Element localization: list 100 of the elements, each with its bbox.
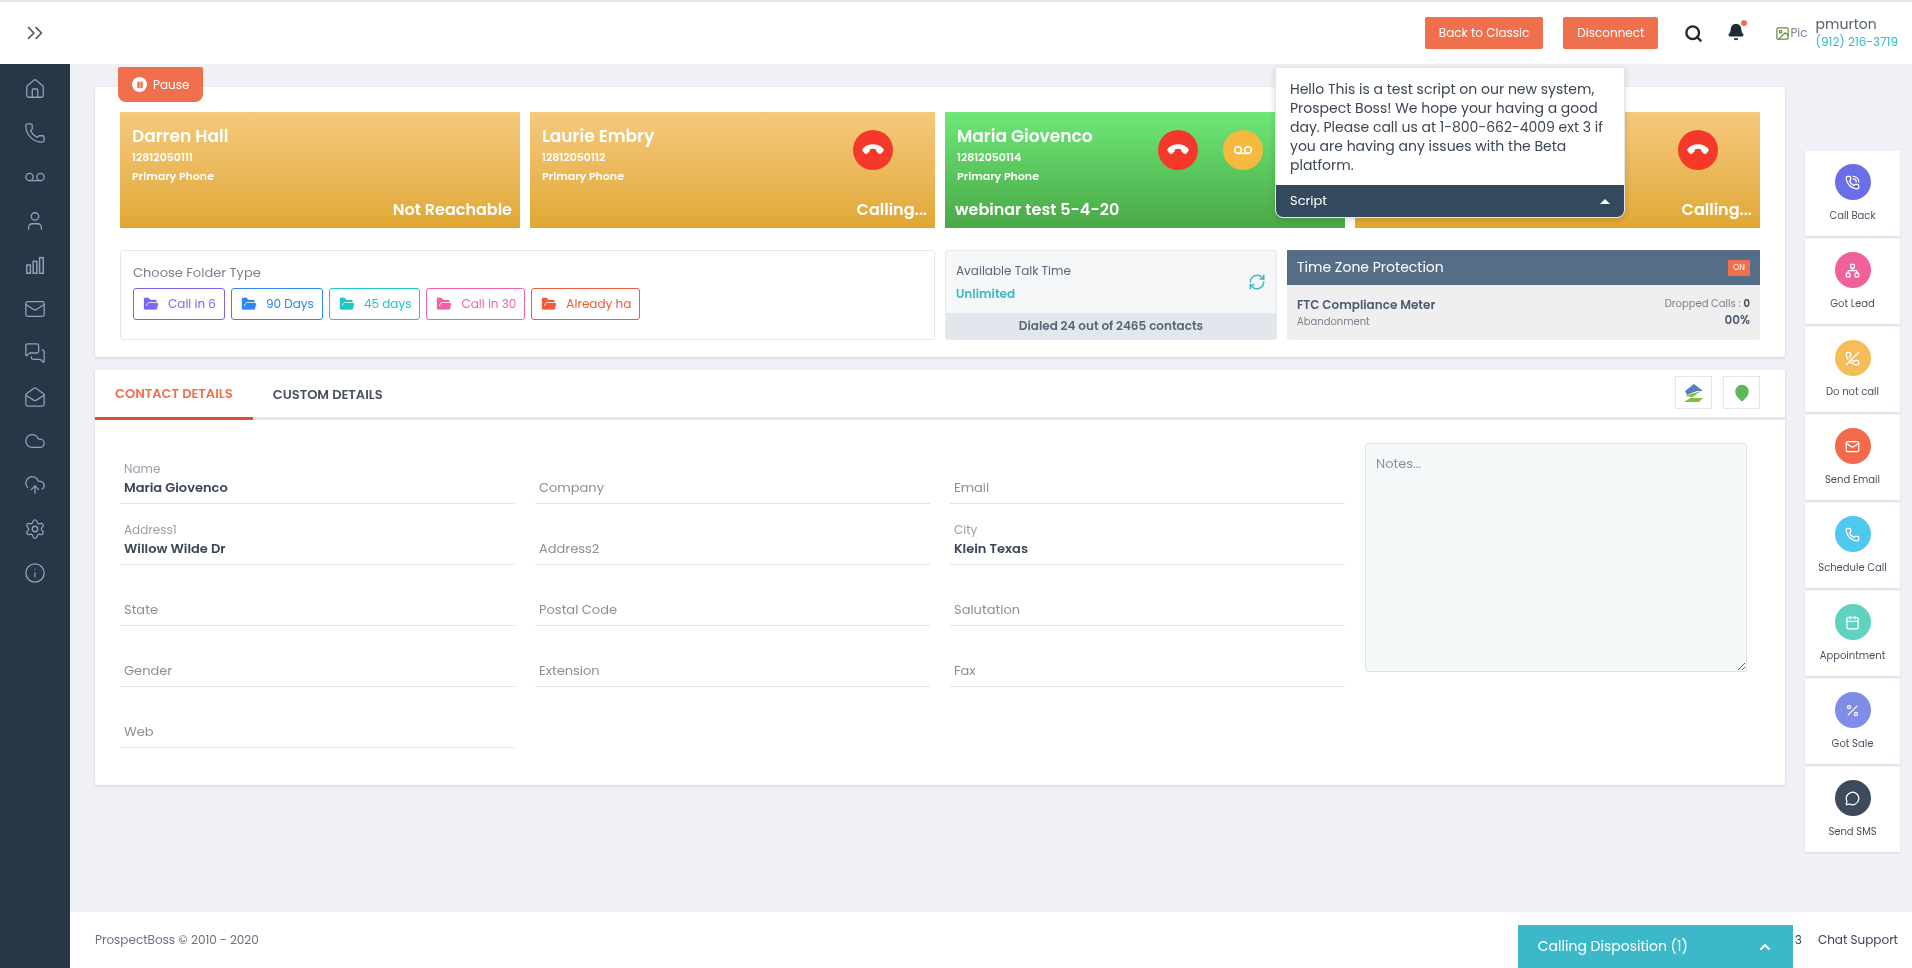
phone-type: Primary Phone [132,168,214,185]
call-status: Calling... [1681,198,1752,222]
action-tile[interactable]: Do not call [1805,327,1900,412]
phone-number: 12812050114 [957,149,1022,166]
hang-up-button[interactable] [853,130,893,170]
form-field[interactable]: Email [950,443,1345,504]
form-field[interactable]: City Klein Texas [950,504,1345,565]
folder-chip[interactable]: 90 Days [230,287,323,320]
form-field[interactable]: Fax [950,626,1345,687]
field-label: Address2 [539,538,601,558]
action-tile[interactable]: Appointment [1805,591,1900,676]
tab[interactable]: CUSTOM DETAILS [252,370,403,420]
field-label: Gender [124,660,174,680]
phone-icon[interactable] [24,122,46,144]
call-status: webinar test 5-4-20 [955,198,1120,222]
phone-off-icon [1845,350,1860,366]
call-card[interactable]: Laurie Embry 12812050112 Primary Phone Calling... [530,112,935,228]
phone-type: Primary Phone [542,168,624,185]
dropped-calls-label: Dropped Calls : [1664,296,1741,311]
folder-icon [337,294,356,313]
action-tile[interactable]: Schedule Call [1805,503,1900,588]
form-field[interactable]: Web [120,687,515,748]
hang-up-button[interactable] [1158,130,1198,170]
compliance-meter-title: FTC Compliance Meter [1297,296,1437,314]
script-toggle[interactable]: Script [1276,185,1624,217]
field-value: Maria Giovenco [124,477,229,497]
folder-icon [239,294,258,313]
hang-up-button[interactable] [1678,130,1718,170]
folder-icon [540,294,559,313]
action-tile[interactable]: Got Sale [1805,679,1900,764]
folder-icon [142,294,160,313]
real-estate-logo-button[interactable] [1675,376,1712,409]
action-tile[interactable]: Call Back [1805,151,1900,236]
folder-chip[interactable]: Call in 30 [426,287,526,320]
dialed-count: Dialed 24 out of 2465 contacts [946,313,1276,339]
home-icon[interactable] [24,78,46,100]
form-field[interactable]: Postal Code [535,565,930,626]
notes-field[interactable]: Notes... [1365,443,1747,672]
form-field[interactable]: Salutation [950,565,1345,626]
form-field[interactable]: Company [535,443,930,504]
form-field[interactable]: Extension [535,626,930,687]
field-value: Klein Texas [954,538,1029,558]
phone-call-icon [1845,174,1860,190]
notification-bell[interactable] [1727,23,1748,43]
open-mail-icon[interactable] [24,386,46,408]
field-label: Web [124,721,155,741]
field-value: Willow Wilde Dr [124,538,227,558]
field-label: City [954,520,979,539]
field-label: Address1 [124,520,178,539]
folder-chip[interactable]: 45 days [328,287,421,320]
field-label: Salutation [954,599,1022,619]
chat-icon [1845,790,1860,806]
action-tile[interactable]: Got Lead [1805,239,1900,324]
calling-disposition-bar[interactable]: Calling Disposition (1) [1517,925,1793,968]
field-label: Company [539,477,605,497]
search-icon[interactable] [1684,23,1704,43]
settings-icon[interactable] [24,518,46,540]
chat-icon[interactable] [24,342,46,364]
field-label: Name [124,459,162,478]
mail-icon [1845,438,1860,454]
contact-name: Laurie Embry [542,124,655,150]
form-field[interactable]: Address2 [535,504,930,565]
header-button[interactable]: Disconnect [1563,17,1659,49]
mail-icon[interactable] [24,298,46,320]
time-zone-title: Time Zone Protection [1297,257,1445,278]
action-tile[interactable]: Send SMS [1805,767,1900,852]
form-field[interactable]: Gender [120,626,515,687]
abandonment-percent: 00% [1724,311,1750,329]
folder-chip[interactable]: Call in 6 [133,287,225,320]
pause-icon [132,77,147,92]
info-icon[interactable] [24,562,46,584]
folder-type-title: Choose Folder Type [133,263,262,283]
cloud-upload-icon[interactable] [24,474,46,496]
action-tile[interactable]: Send Email [1805,415,1900,500]
folder-icon [435,294,454,313]
form-field[interactable]: State [120,565,515,626]
user-phone: (912) 216-3719 [1815,33,1898,51]
caret-icon [1600,198,1610,204]
field-label: Postal Code [539,599,619,619]
copyright-text: ProspectBoss © 2010 - 2020 [95,931,259,949]
talk-time-value: Unlimited [956,284,1017,303]
on-toggle[interactable]: ON [1728,259,1750,276]
bar-chart-icon[interactable] [24,254,46,276]
chat-support-link[interactable]: Chat Support [1817,931,1898,949]
map-pin-icon [1732,383,1751,402]
percent-icon [1845,702,1860,718]
call-card[interactable]: Darren Hall 12812050111 Primary Phone Not Reachable [120,112,520,228]
contact-name: Maria Giovenco [957,124,1093,150]
pause-button[interactable]: Pause [118,67,204,102]
form-field[interactable]: Address1 Willow Wilde Dr [120,504,515,565]
tab[interactable]: CONTACT DETAILS [95,370,253,420]
folder-chip[interactable]: Already ha [531,287,641,320]
dropped-calls-value: 0 [1743,296,1750,311]
avatar-alt-text: Pic [1790,24,1808,42]
phone-type: Primary Phone [957,168,1039,185]
form-field[interactable]: Name Maria Giovenco [120,443,515,504]
call-status: Not Reachable [392,198,512,222]
header-button[interactable]: Back to Classic [1424,17,1544,49]
field-label: State [124,599,159,619]
user-name: pmurton [1815,15,1878,33]
